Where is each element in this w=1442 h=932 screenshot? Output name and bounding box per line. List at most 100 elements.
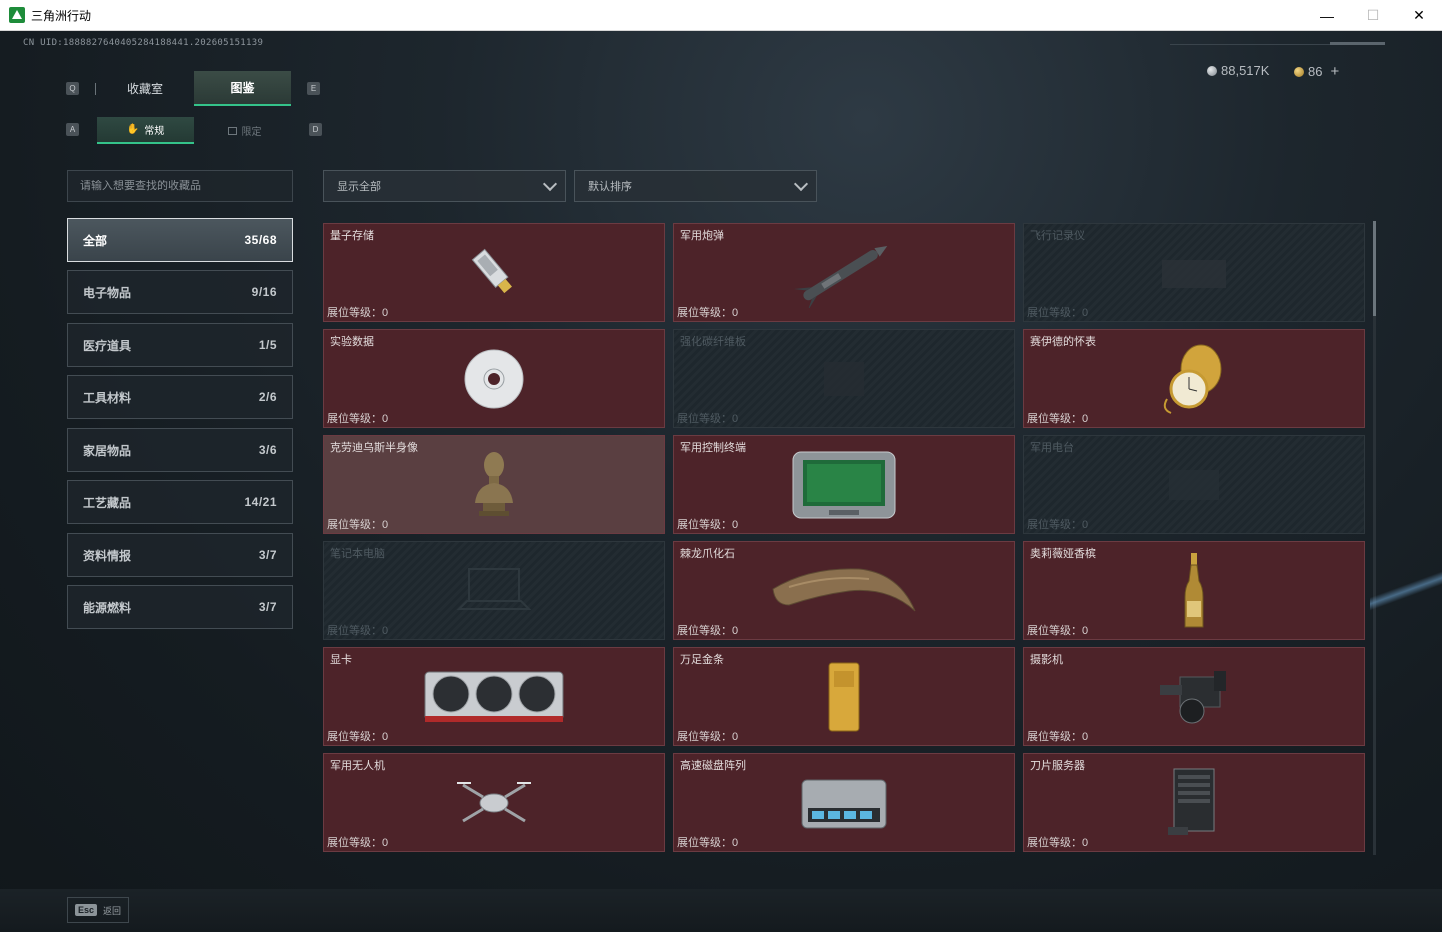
card-military-radio[interactable]: 军用电台 展位等级：0	[1023, 435, 1365, 534]
filter-dropdown[interactable]: 显示全部	[323, 170, 566, 202]
grid-scrollbar-thumb[interactable]	[1373, 221, 1376, 316]
disk-array-icon	[801, 779, 887, 828]
card-laptop[interactable]: 笔记本电脑 展位等级：0	[323, 541, 665, 640]
search-input[interactable]	[80, 180, 292, 192]
bust-icon	[475, 451, 513, 516]
pocket-watch-icon	[1163, 344, 1222, 414]
card-level: 展位等级：0	[677, 307, 739, 319]
card-flight-recorder[interactable]: 飞行记录仪 展位等级：0	[1023, 223, 1365, 322]
card-name: 军用无人机	[330, 760, 385, 772]
card-military-drone[interactable]: 军用无人机 展位等级：0	[323, 753, 665, 852]
tab-separator	[95, 83, 96, 95]
card-name: 军用电台	[1030, 442, 1074, 454]
card-level: 展位等级：0	[327, 731, 389, 743]
search-box[interactable]	[67, 170, 293, 202]
back-label: 返回	[103, 905, 122, 916]
filter-dropdown-value: 显示全部	[337, 181, 381, 193]
card-claudius-bust[interactable]: 克劳迪乌斯半身像 展位等级：0	[323, 435, 665, 534]
card-blade-server[interactable]: 刀片服务器 展位等级：0	[1023, 753, 1365, 852]
subtab-limited[interactable]: 限定	[196, 117, 293, 144]
laptop-icon	[456, 567, 532, 610]
gold-coin-icon	[1294, 66, 1304, 77]
category-intel[interactable]: 资料情报 3/7	[67, 533, 293, 577]
light-streak	[1370, 571, 1442, 611]
card-level: 展位等级：0	[1027, 625, 1089, 637]
camera-icon	[1160, 670, 1226, 723]
silver-coin-icon	[1207, 65, 1217, 76]
close-button[interactable]: ✕	[1396, 0, 1442, 31]
key-hint-e: E	[307, 82, 320, 95]
card-disk-array[interactable]: 高速磁盘阵列 展位等级：0	[673, 753, 1015, 852]
category-medical[interactable]: 医疗道具 1/5	[67, 323, 293, 367]
category-tools[interactable]: 工具材料 2/6	[67, 375, 293, 419]
card-level: 展位等级：0	[1027, 519, 1089, 531]
radio-icon	[1169, 469, 1219, 500]
minimize-button[interactable]: —	[1304, 0, 1350, 31]
chevron-down-icon	[793, 176, 809, 192]
window-controls: — ☐ ✕	[1304, 0, 1442, 31]
category-all[interactable]: 全部 35/68	[67, 218, 293, 262]
card-level: 展位等级：0	[327, 413, 389, 425]
drone-icon	[457, 781, 531, 822]
carbon-plate-icon	[824, 361, 864, 396]
card-quantum-storage[interactable]: 量子存储 展位等级：0	[323, 223, 665, 322]
card-carbon-fiber-plate[interactable]: 强化碳纤维板 展位等级：0	[673, 329, 1015, 428]
collection-grid: 量子存储 展位等级：0 军用炮弹 展位等级：0 飞行记录仪 展位等级：0 实验数…	[323, 223, 1365, 855]
card-level: 展位等级：0	[327, 307, 389, 319]
category-label: 工艺藏品	[83, 495, 132, 510]
card-gpu[interactable]: 显卡 展位等级：0	[323, 647, 665, 746]
card-name: 赛伊德的怀表	[1030, 336, 1096, 348]
add-currency-button[interactable]: +	[1330, 63, 1339, 80]
blade-server-icon	[1168, 768, 1215, 835]
card-name: 军用炮弹	[680, 230, 724, 242]
top-divider-accent	[1330, 42, 1385, 45]
hand-icon: ✋	[126, 124, 140, 135]
card-spinosaurus-claw[interactable]: 棘龙爪化石 展位等级：0	[673, 541, 1015, 640]
card-name: 摄影机	[1030, 654, 1063, 666]
app-logo-icon	[9, 7, 25, 23]
category-energy[interactable]: 能源燃料 3/7	[67, 585, 293, 629]
card-name: 棘龙爪化石	[680, 548, 735, 560]
category-count: 35/68	[244, 233, 277, 247]
gold-amount: 86	[1308, 64, 1323, 79]
category-electronics[interactable]: 电子物品 9/16	[67, 270, 293, 314]
card-name: 实验数据	[330, 336, 374, 348]
back-button[interactable]: Esc 返回	[67, 897, 129, 923]
grid-scrollbar[interactable]	[1373, 221, 1376, 855]
card-olivia-champagne[interactable]: 奥莉薇娅香槟 展位等级：0	[1023, 541, 1365, 640]
tab-catalog[interactable]: 图鉴	[194, 71, 291, 106]
category-label: 资料情报	[83, 548, 132, 563]
card-military-control-terminal[interactable]: 军用控制终端 展位等级：0	[673, 435, 1015, 534]
card-level: 展位等级：0	[327, 625, 389, 637]
category-label: 全部	[83, 233, 108, 248]
card-experiment-data[interactable]: 实验数据 展位等级：0	[323, 329, 665, 428]
subtab-normal[interactable]: ✋ 常规	[97, 117, 194, 144]
sort-dropdown-value: 默认排序	[588, 181, 632, 193]
card-level: 展位等级：0	[677, 413, 739, 425]
flight-recorder-icon	[1162, 259, 1226, 288]
card-pocket-watch[interactable]: 赛伊德的怀表 展位等级：0	[1023, 329, 1365, 428]
silver-amount: 88,517K	[1221, 63, 1270, 78]
sort-dropdown[interactable]: 默认排序	[574, 170, 817, 202]
card-level: 展位等级：0	[327, 519, 389, 531]
silver-currency: 88,517K	[1207, 63, 1269, 78]
window-title: 三角洲行动	[31, 8, 92, 23]
card-name: 显卡	[330, 654, 352, 666]
card-video-camera[interactable]: 摄影机 展位等级：0	[1023, 647, 1365, 746]
category-count: 3/7	[258, 600, 277, 614]
maximize-button[interactable]: ☐	[1350, 0, 1396, 31]
category-label: 能源燃料	[83, 600, 132, 615]
card-level: 展位等级：0	[677, 519, 739, 531]
category-label: 工具材料	[83, 390, 132, 405]
card-name: 量子存储	[330, 230, 374, 242]
card-military-shell[interactable]: 军用炮弹 展位等级：0	[673, 223, 1015, 322]
tab-collection-room[interactable]: 收藏室	[97, 71, 193, 106]
disc-icon	[464, 349, 524, 408]
card-level: 展位等级：0	[677, 625, 739, 637]
card-name: 高速磁盘阵列	[680, 760, 746, 772]
category-crafts[interactable]: 工艺藏品 14/21	[67, 480, 293, 524]
claw-fossil-icon	[772, 567, 916, 611]
card-gold-bar[interactable]: 万足金条 展位等级：0	[673, 647, 1015, 746]
category-count: 3/7	[258, 548, 277, 562]
category-household[interactable]: 家居物品 3/6	[67, 428, 293, 472]
